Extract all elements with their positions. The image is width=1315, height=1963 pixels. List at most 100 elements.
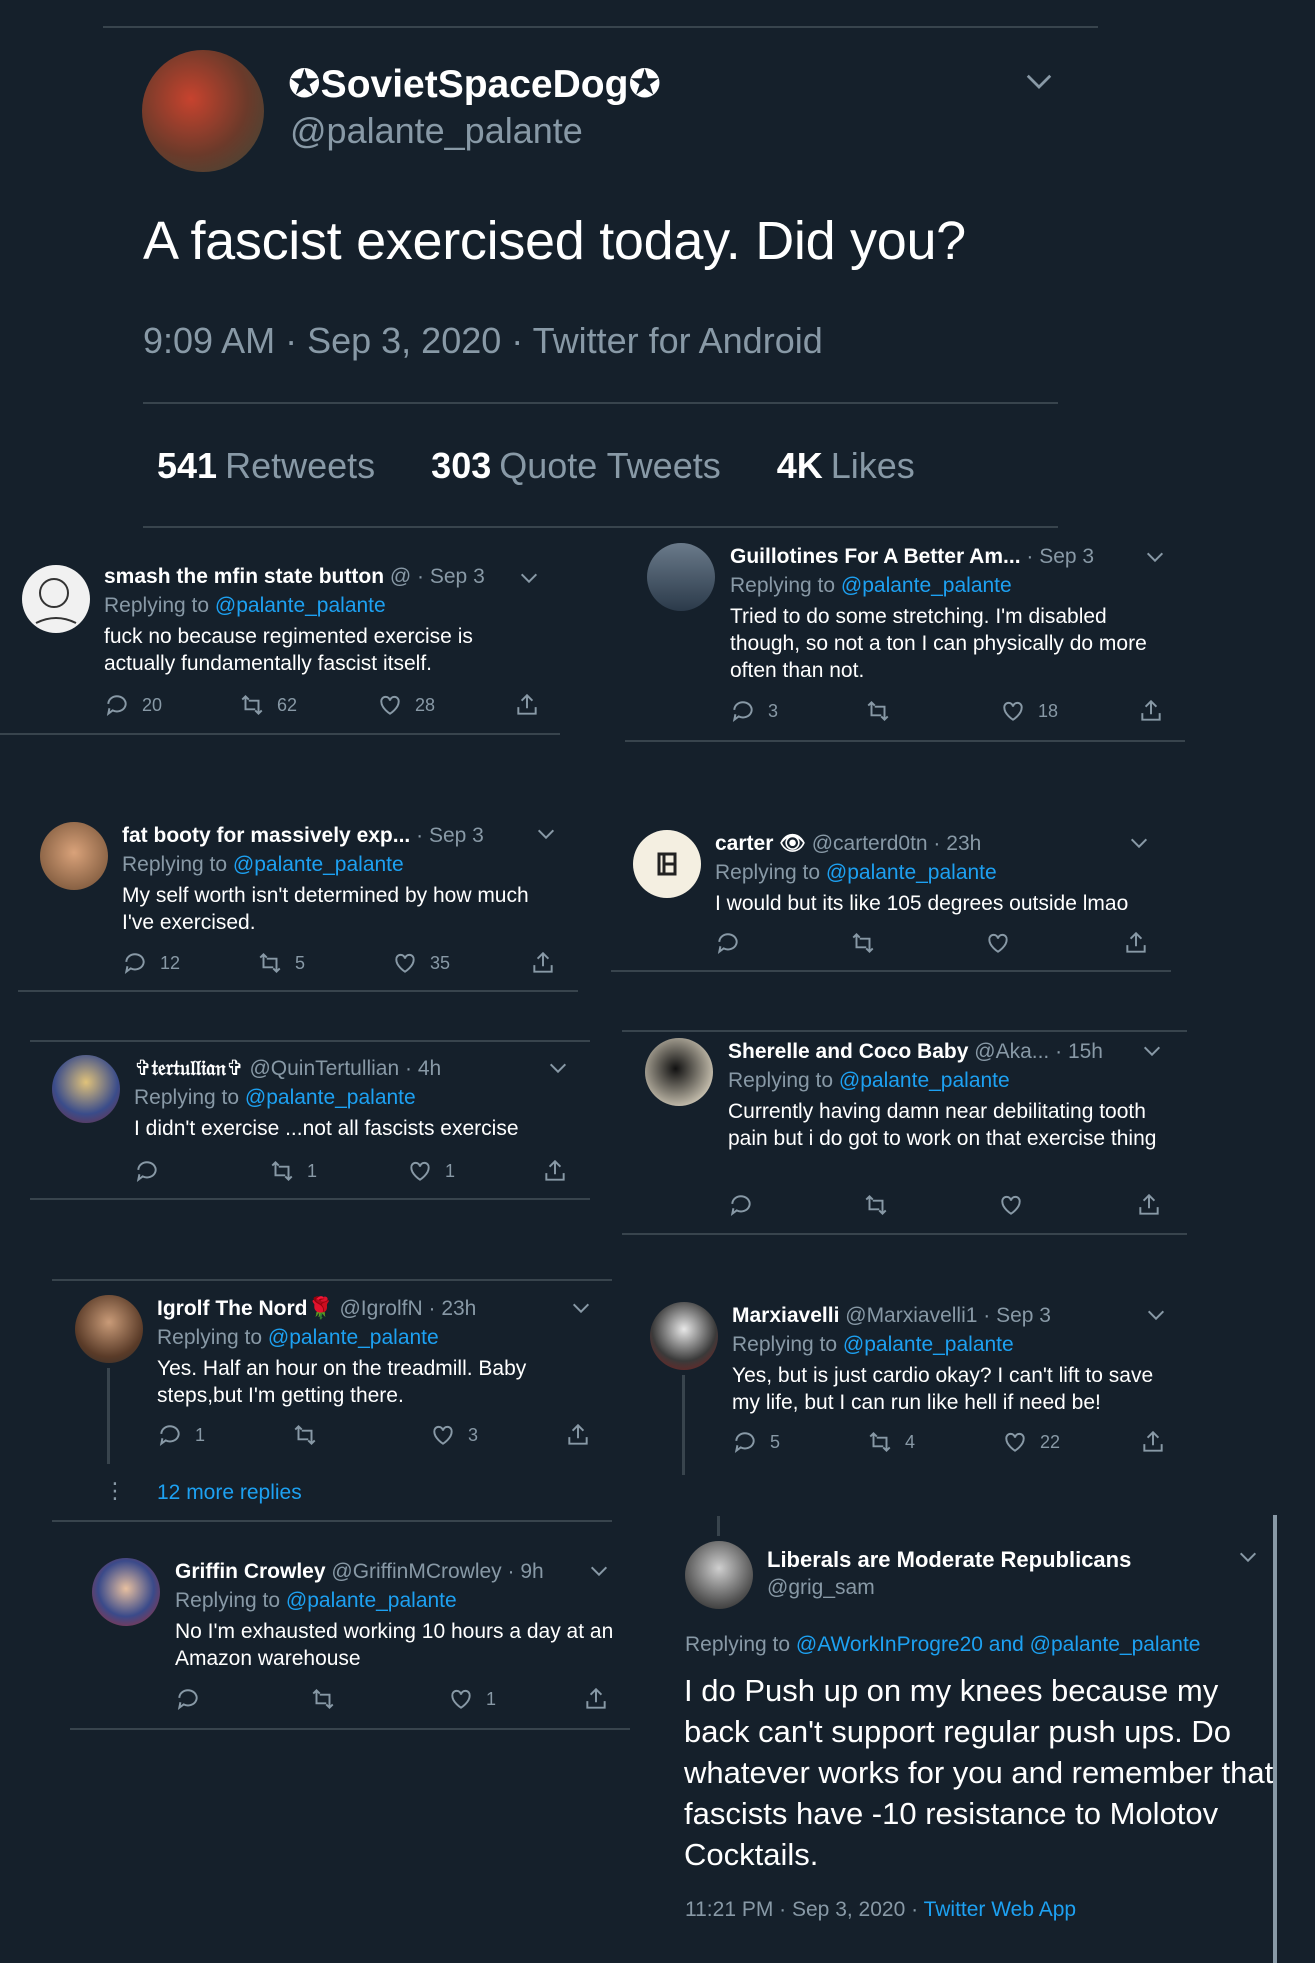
- chevron-down-icon[interactable]: [518, 567, 540, 594]
- share-button[interactable]: [1123, 930, 1149, 956]
- share-icon: [568, 1423, 588, 1445]
- reply-tweet[interactable]: Guillotines For A Better Am... · Sep 3 R…: [730, 543, 1180, 684]
- reply-avatar[interactable]: [52, 1055, 120, 1123]
- chevron-down-icon[interactable]: [1145, 1304, 1167, 1331]
- reply-tweet[interactable]: smash the mfin state button @ · Sep 3 Re…: [104, 563, 544, 677]
- reply-avatar[interactable]: [22, 565, 90, 633]
- reply-avatar[interactable]: [40, 822, 108, 890]
- retweet-button[interactable]: [850, 930, 888, 956]
- like-button[interactable]: 1: [448, 1686, 496, 1712]
- reply-button[interactable]: [175, 1686, 213, 1712]
- share-icon: [545, 1159, 565, 1181]
- tweet-stats: 541 Retweets 303 Quote Tweets 4K Likes: [157, 445, 961, 487]
- user-avatar[interactable]: [142, 50, 264, 172]
- reply-button[interactable]: 20: [104, 692, 162, 718]
- retweet-button[interactable]: 1: [269, 1158, 317, 1184]
- reply-avatar[interactable]: [650, 1302, 718, 1370]
- like-button[interactable]: 1: [407, 1158, 455, 1184]
- reply-button[interactable]: [715, 930, 753, 956]
- divider: [625, 740, 1185, 742]
- display-name[interactable]: ✪SovietSpaceDog✪: [288, 62, 661, 107]
- reply-avatar[interactable]: [92, 1558, 160, 1626]
- share-button[interactable]: [1138, 698, 1164, 724]
- mention-link[interactable]: @palante_palante: [841, 574, 1012, 597]
- reply-avatar[interactable]: [645, 1038, 713, 1106]
- chevron-down-icon[interactable]: [547, 1057, 569, 1084]
- like-button[interactable]: 28: [377, 692, 435, 718]
- tweet-date[interactable]: Sep 3, 2020: [307, 320, 501, 361]
- mention-link[interactable]: @AWorkInProgre20 and @palante_palante: [796, 1633, 1201, 1656]
- mention-link[interactable]: @palante_palante: [268, 1326, 439, 1349]
- share-button[interactable]: [583, 1686, 609, 1712]
- retweet-button[interactable]: [292, 1422, 330, 1448]
- retweet-button[interactable]: [865, 698, 903, 724]
- share-button[interactable]: [530, 950, 556, 976]
- share-button[interactable]: [1136, 1192, 1162, 1218]
- reply-button[interactable]: 12: [122, 950, 180, 976]
- likes-stat[interactable]: 4K Likes: [777, 445, 915, 486]
- chevron-down-icon[interactable]: [535, 823, 557, 850]
- reply-button[interactable]: 5: [732, 1429, 780, 1455]
- reply-tweet[interactable]: Sherelle and Coco Baby @Aka... · 15h Rep…: [728, 1038, 1173, 1152]
- retweet-button[interactable]: [310, 1686, 348, 1712]
- share-button[interactable]: [1140, 1429, 1166, 1455]
- reply-avatar[interactable]: [75, 1295, 143, 1363]
- reply-avatar[interactable]: [647, 543, 715, 611]
- reply-button[interactable]: 1: [157, 1422, 205, 1448]
- mention-link[interactable]: @palante_palante: [233, 853, 404, 876]
- divider: [30, 1198, 590, 1200]
- tweet-source[interactable]: Twitter Web App: [924, 1898, 1077, 1921]
- retweet-button[interactable]: [863, 1192, 901, 1218]
- mention-link[interactable]: @palante_palante: [245, 1086, 416, 1109]
- share-icon: [517, 693, 537, 715]
- user-handle[interactable]: @grig_sam: [767, 1576, 875, 1600]
- chevron-down-icon[interactable]: [1141, 1040, 1163, 1067]
- like-button[interactable]: [985, 930, 1023, 956]
- reply-avatar[interactable]: [633, 830, 701, 898]
- retweet-button[interactable]: 4: [867, 1429, 915, 1455]
- chevron-down-icon[interactable]: [1024, 67, 1054, 102]
- display-name[interactable]: Liberals are Moderate Republicans: [767, 1547, 1131, 1573]
- mention-link[interactable]: @palante_palante: [843, 1333, 1014, 1356]
- mention-link[interactable]: @palante_palante: [839, 1069, 1010, 1092]
- reply-button[interactable]: 3: [730, 698, 778, 724]
- like-button[interactable]: 3: [430, 1422, 478, 1448]
- reply-tweet[interactable]: Griffin Crowley @GriffinMCrowley · 9h Re…: [175, 1558, 615, 1672]
- reply-tweet[interactable]: Marxiavelli @Marxiavelli1 · Sep 3 Replyi…: [732, 1302, 1177, 1416]
- share-button[interactable]: [514, 692, 540, 718]
- retweet-button[interactable]: 5: [257, 950, 305, 976]
- reply-tweet[interactable]: Igrolf The Nord🌹 @IgrolfN · 23h Replying…: [157, 1295, 597, 1409]
- reply-avatar[interactable]: [685, 1541, 753, 1609]
- mention-link[interactable]: @palante_palante: [826, 861, 997, 884]
- chevron-down-icon[interactable]: [588, 1560, 610, 1587]
- like-button[interactable]: 22: [1002, 1429, 1060, 1455]
- like-button[interactable]: 35: [392, 950, 450, 976]
- reply-tweet[interactable]: fat booty for massively exp... · Sep 3 R…: [122, 822, 562, 936]
- like-button[interactable]: 18: [1000, 698, 1058, 724]
- reply-tweet[interactable]: carter 👁 @carterd0tn · 23h Replying to @…: [715, 830, 1165, 917]
- retweet-button[interactable]: 62: [239, 692, 297, 718]
- reply-button[interactable]: [728, 1192, 766, 1218]
- reply-icon: [734, 1432, 755, 1453]
- share-button[interactable]: [565, 1422, 591, 1448]
- mention-link[interactable]: @palante_palante: [286, 1589, 457, 1612]
- mention-link[interactable]: @palante_palante: [215, 594, 386, 617]
- share-button[interactable]: [542, 1158, 568, 1184]
- user-handle[interactable]: @palante_palante: [290, 110, 583, 152]
- chevron-down-icon[interactable]: [1237, 1546, 1259, 1573]
- heart-icon: [433, 1425, 453, 1445]
- retweet-icon: [259, 952, 281, 974]
- reply-tweet[interactable]: ✞𝔱𝔢𝔯𝔱𝔲𝔩𝔩𝔦𝔞𝔫✞ @QuinTertullian · 4h Replyi…: [134, 1055, 574, 1142]
- reply-button[interactable]: [134, 1158, 172, 1184]
- tweet-meta: 9:09 AM · Sep 3, 2020 · Twitter for Andr…: [143, 320, 823, 361]
- tweet-text: A fascist exercised today. Did you?: [143, 211, 966, 271]
- share-icon: [1141, 699, 1161, 721]
- quote-tweets-stat[interactable]: 303 Quote Tweets: [431, 445, 721, 486]
- tweet-source[interactable]: Twitter for Android: [533, 320, 823, 361]
- more-replies-link[interactable]: 12 more replies: [157, 1481, 302, 1505]
- chevron-down-icon[interactable]: [1144, 546, 1166, 573]
- chevron-down-icon[interactable]: [570, 1297, 592, 1324]
- like-button[interactable]: [998, 1192, 1036, 1218]
- retweets-stat[interactable]: 541 Retweets: [157, 445, 375, 486]
- chevron-down-icon[interactable]: [1128, 832, 1150, 859]
